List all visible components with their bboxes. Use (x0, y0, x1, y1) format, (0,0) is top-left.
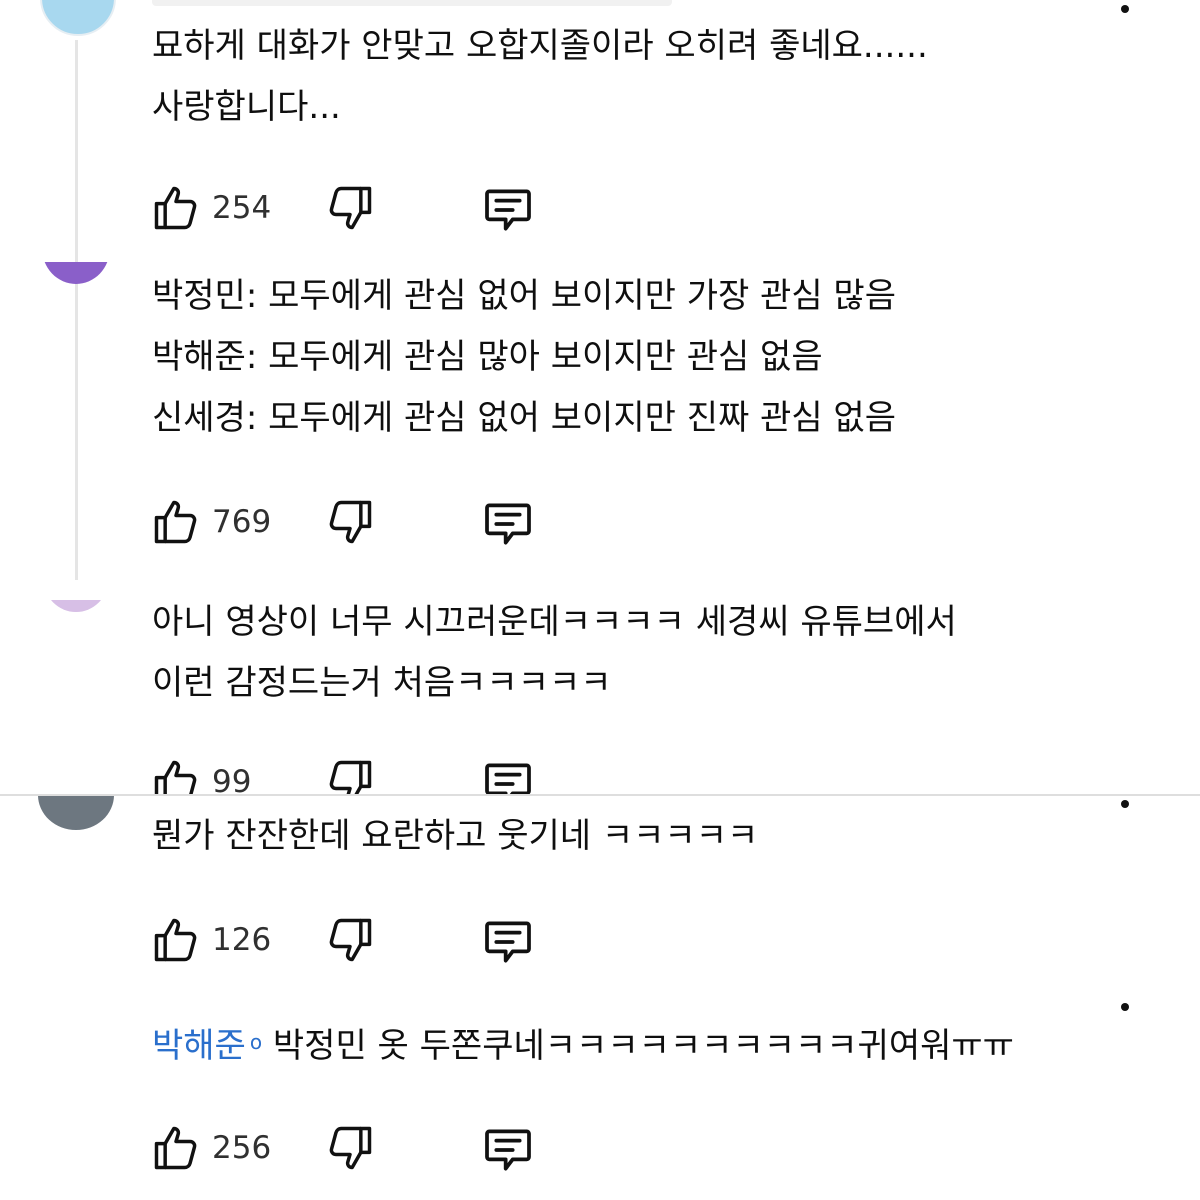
comment-actions: 256 (150, 1122, 550, 1178)
more-options-icon[interactable] (1110, 789, 1140, 819)
thumbs-down-icon (329, 918, 372, 962)
thumbs-down-icon (329, 1126, 372, 1170)
comment-text: 아니 영상이 너무 시끄러운데ㅋㅋㅋㅋ 세경씨 유튜브에서 이런 감정드는거 처… (152, 592, 957, 714)
like-button[interactable]: 256 (150, 1122, 271, 1174)
like-count: 256 (212, 1130, 272, 1166)
comment-icon (485, 921, 531, 963)
dislike-button[interactable] (324, 914, 376, 966)
comment-actions: 126 (150, 914, 550, 970)
reply-button[interactable] (480, 756, 536, 794)
thumbs-down-icon (329, 760, 372, 794)
like-count: 126 (212, 922, 272, 958)
avatar[interactable] (40, 0, 116, 36)
thumbs-up-icon (154, 760, 197, 794)
comment-header-cut (152, 0, 672, 6)
comment-icon (485, 763, 531, 794)
thumbs-up-icon (154, 186, 197, 230)
comment-text: 박정민: 모두에게 관심 없어 보이지만 가장 관심 많음 박해준: 모두에게 … (152, 266, 896, 449)
dislike-button[interactable] (324, 1122, 376, 1174)
dislike-button[interactable] (324, 182, 376, 234)
reply-button[interactable] (480, 182, 536, 238)
comment-icon (485, 189, 531, 231)
comment-actions: 769 (150, 496, 550, 552)
comment-icon (485, 503, 531, 545)
reply-button[interactable] (480, 914, 536, 970)
comment-line: 묘하게 대화가 안맞고 오합지졸이라 오히려 좋네요...... (152, 26, 928, 66)
mention-link[interactable]: 박해준 o (152, 1026, 262, 1066)
comment-line: 신세경: 모두에게 관심 없어 보이지만 진짜 관심 없음 (152, 398, 896, 438)
comment-actions: 254 (150, 182, 550, 238)
thumbs-up-icon (154, 500, 197, 544)
like-button[interactable]: 99 (150, 756, 251, 794)
comment-line: 뭔가 잔잔한데 요란하고 웃기네 ㅋㅋㅋㅋㅋ (152, 816, 759, 856)
thread-line (75, 40, 78, 580)
mention-name: 박해준 (152, 1026, 246, 1066)
mention-mark: o (249, 1030, 263, 1054)
comment-text: 박해준 o 박정민 옷 두쫀쿠네ㅋㅋㅋㅋㅋㅋㅋㅋㅋㅋ귀여워ㅠㅠ (152, 1016, 1014, 1077)
like-count: 769 (212, 504, 272, 540)
like-count: 254 (212, 190, 272, 226)
comment-actions: 99 (150, 756, 550, 794)
section-divider (0, 794, 1200, 796)
comment-line: 박정민: 모두에게 관심 없어 보이지만 가장 관심 많음 (152, 276, 896, 316)
like-count: 99 (212, 764, 252, 794)
comment-line-text: 박정민 옷 두쫀쿠네ㅋㅋㅋㅋㅋㅋㅋㅋㅋㅋ귀여워ㅠㅠ (272, 1026, 1014, 1066)
thumbs-up-icon (154, 1126, 197, 1170)
thumbs-down-icon (329, 500, 372, 544)
thumbs-down-icon (329, 186, 372, 230)
like-button[interactable]: 254 (150, 182, 271, 234)
more-options-icon[interactable] (1110, 992, 1140, 1022)
dislike-button[interactable] (324, 756, 376, 794)
more-options-icon[interactable] (1110, 0, 1140, 24)
comment-line: 이런 감정드는거 처음ㅋㅋㅋㅋㅋ (152, 663, 612, 703)
comment-icon (485, 1129, 531, 1171)
reply-button[interactable] (480, 1122, 536, 1178)
comment-line: 사랑합니다... (152, 87, 341, 127)
thumbs-up-icon (154, 918, 197, 962)
like-button[interactable]: 769 (150, 496, 271, 548)
comment-text: 뭔가 잔잔한데 요란하고 웃기네 ㅋㅋㅋㅋㅋ (152, 806, 758, 867)
comment-line: 아니 영상이 너무 시끄러운데ㅋㅋㅋㅋ 세경씨 유튜브에서 (152, 602, 957, 642)
comment-line: 박해준 o 박정민 옷 두쫀쿠네ㅋㅋㅋㅋㅋㅋㅋㅋㅋㅋ귀여워ㅠㅠ (152, 1016, 1014, 1077)
reply-button[interactable] (480, 496, 536, 552)
comment-text: 묘하게 대화가 안맞고 오합지졸이라 오히려 좋네요...... 사랑합니다..… (152, 16, 928, 138)
like-button[interactable]: 126 (150, 914, 271, 966)
dislike-button[interactable] (324, 496, 376, 548)
comment-line: 박해준: 모두에게 관심 많아 보이지만 관심 없음 (152, 337, 823, 377)
